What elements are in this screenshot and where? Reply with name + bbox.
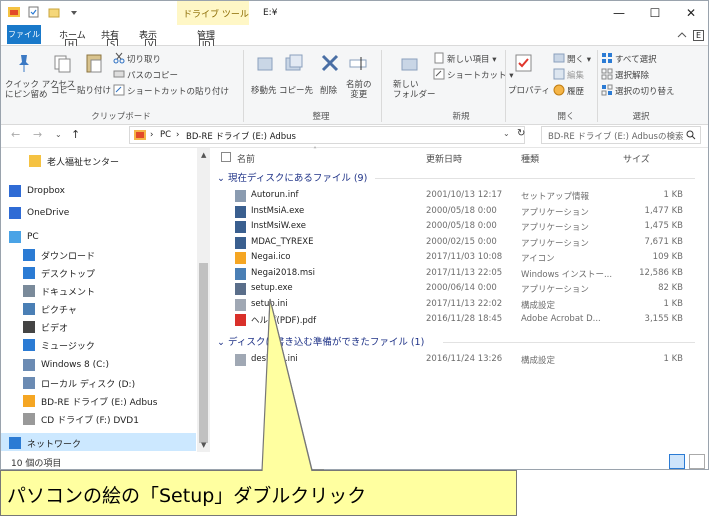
- callout-pointer: [261, 298, 324, 499]
- instruction-callout: パソコンの絵の「Setup」ダブルクリック: [0, 470, 517, 516]
- instruction-text: パソコンの絵の「Setup」ダブルクリック: [7, 485, 367, 507]
